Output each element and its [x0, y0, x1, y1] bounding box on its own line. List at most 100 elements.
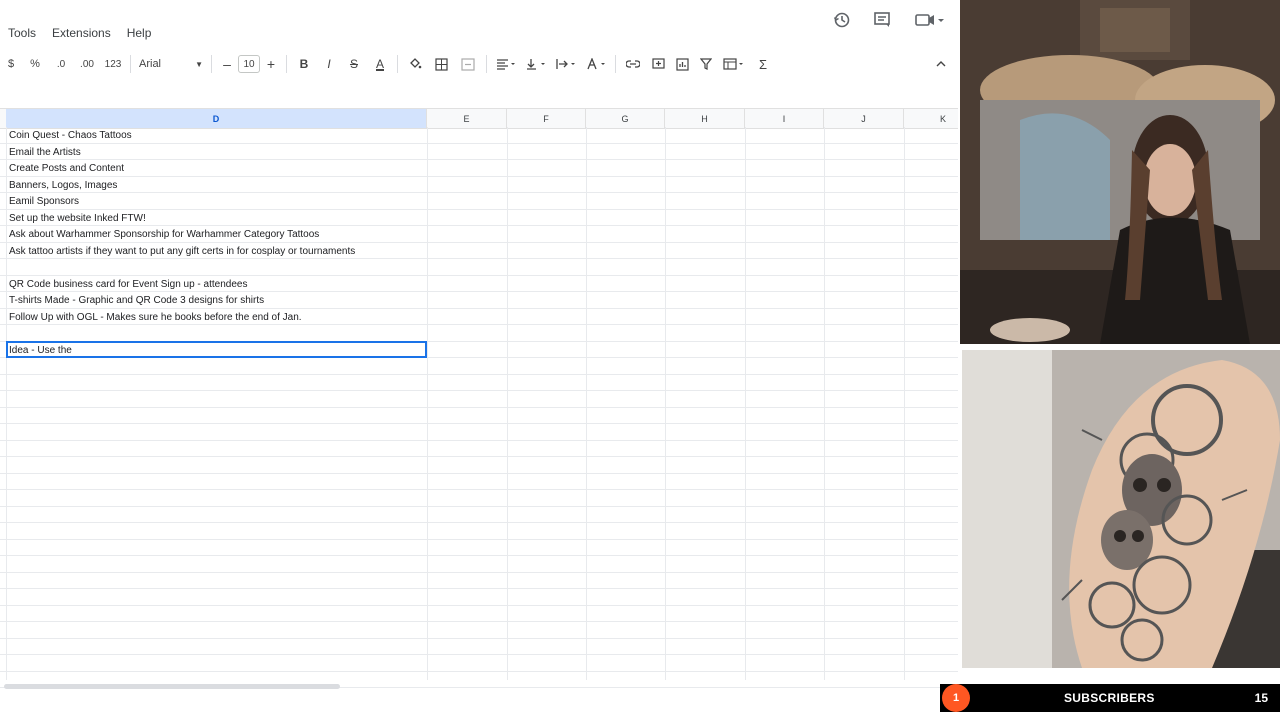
- column-header-e[interactable]: E: [427, 109, 507, 128]
- cell-d[interactable]: Eamil Sponsors: [9, 194, 79, 209]
- filter-views-icon[interactable]: [718, 52, 750, 76]
- toolbar: $ % .0 .00 123 Arial ▼ – 10 + B I S A Σ: [0, 52, 958, 76]
- table-row: [0, 589, 958, 606]
- column-header-k[interactable]: K: [904, 109, 958, 128]
- column-headers: D E F G H I J K: [0, 108, 958, 129]
- insert-comment-icon[interactable]: [646, 52, 670, 76]
- collapse-toolbar-icon[interactable]: [924, 52, 958, 76]
- text-color-button[interactable]: A: [367, 52, 393, 76]
- filter-icon[interactable]: [694, 52, 718, 76]
- table-row: Set up the website Inked FTW!: [0, 210, 958, 226]
- decrease-decimal-button[interactable]: .0: [48, 52, 74, 76]
- streamer-camera-image: [960, 0, 1280, 344]
- table-row: Ask tattoo artists if they want to put a…: [0, 243, 958, 259]
- toolbar-divider: [486, 55, 487, 73]
- cell-d[interactable]: Coin Quest - Chaos Tattoos: [9, 128, 132, 143]
- menu-help[interactable]: Help: [119, 26, 160, 40]
- table-row: QR Code business card for Event Sign up …: [0, 276, 958, 292]
- font-family-select[interactable]: Arial ▼: [135, 52, 207, 76]
- column-header-j[interactable]: J: [824, 109, 904, 128]
- subscriber-goal-badge: 1: [942, 684, 970, 712]
- formula-bar[interactable]: [0, 86, 958, 106]
- font-size-input[interactable]: 10: [238, 55, 260, 73]
- cell-grid: Coin Quest - Chaos Tattoos Email the Arti…: [0, 127, 958, 688]
- horizontal-align-icon[interactable]: [491, 52, 521, 76]
- meet-camera-icon[interactable]: [912, 10, 946, 30]
- menu-tools[interactable]: Tools: [0, 26, 44, 40]
- table-row: [0, 358, 958, 375]
- text-wrapping-icon[interactable]: [551, 52, 581, 76]
- table-row: Eamil Sponsors: [0, 193, 958, 210]
- insert-link-icon[interactable]: [620, 52, 646, 76]
- spreadsheet-window: Tools Extensions Help $ % .0 .00 123 Ari…: [0, 0, 958, 720]
- subscribers-label: SUBSCRIBERS: [1064, 691, 1155, 705]
- table-row: [0, 474, 958, 490]
- webcam-streamer-feed: [960, 0, 1280, 344]
- cell-d[interactable]: Follow Up with OGL - Makes sure he books…: [9, 310, 302, 325]
- table-row: [0, 259, 958, 276]
- version-history-icon[interactable]: [832, 10, 852, 30]
- fill-color-icon[interactable]: [402, 52, 428, 76]
- table-row: [0, 606, 958, 622]
- tattoo-arm-image: [962, 350, 1280, 668]
- menu-extensions[interactable]: Extensions: [44, 26, 119, 40]
- column-header-d[interactable]: D: [6, 109, 427, 128]
- active-cell-value: Idea - Use the: [9, 345, 72, 356]
- strikethrough-button[interactable]: S: [341, 52, 367, 76]
- bold-button[interactable]: B: [291, 52, 317, 76]
- subscribers-count: 15: [1254, 691, 1268, 705]
- toolbar-divider: [130, 55, 131, 73]
- table-row: Follow Up with OGL - Makes sure he books…: [0, 309, 958, 325]
- column-header-i[interactable]: I: [745, 109, 824, 128]
- column-header-g[interactable]: G: [586, 109, 665, 128]
- functions-button[interactable]: Σ: [750, 52, 776, 76]
- cell-d[interactable]: Ask tattoo artists if they want to put a…: [9, 244, 355, 259]
- cell-d[interactable]: Email the Artists: [9, 145, 81, 160]
- top-icon-group: [832, 10, 946, 30]
- tattoo-reference-image: [962, 350, 1280, 668]
- horizontal-scrollbar[interactable]: [0, 682, 958, 692]
- toolbar-divider: [286, 55, 287, 73]
- subscribers-overlay: 1 SUBSCRIBERS 15: [940, 684, 1280, 712]
- more-formats-button[interactable]: 123: [100, 52, 126, 76]
- table-row: T-shirts Made - Graphic and QR Code 3 de…: [0, 292, 958, 309]
- merge-cells-icon[interactable]: [454, 52, 482, 76]
- menu-bar: Tools Extensions Help: [0, 22, 159, 44]
- table-row: [0, 441, 958, 457]
- format-currency-button[interactable]: $: [0, 52, 22, 76]
- table-row: [0, 457, 958, 474]
- cell-d[interactable]: QR Code business card for Event Sign up …: [9, 277, 247, 292]
- italic-button[interactable]: I: [317, 52, 341, 76]
- cell-d[interactable]: Banners, Logos, Images: [9, 178, 117, 193]
- table-row: [0, 573, 958, 589]
- toolbar-divider: [397, 55, 398, 73]
- font-family-value: Arial: [139, 58, 162, 70]
- table-row: [0, 655, 958, 672]
- insert-chart-icon[interactable]: [670, 52, 694, 76]
- cell-d[interactable]: Ask about Warhammer Sponsorship for Warh…: [9, 227, 319, 242]
- table-row: Banners, Logos, Images: [0, 177, 958, 193]
- format-percent-button[interactable]: %: [22, 52, 48, 76]
- table-row: Ask about Warhammer Sponsorship for Warh…: [0, 226, 958, 243]
- table-row: [0, 408, 958, 424]
- column-header-f[interactable]: F: [507, 109, 586, 128]
- table-row: Email the Artists: [0, 144, 958, 160]
- increase-decimal-button[interactable]: .00: [74, 52, 100, 76]
- cell-d[interactable]: T-shirts Made - Graphic and QR Code 3 de…: [9, 293, 264, 308]
- increase-font-size-button[interactable]: +: [260, 52, 282, 76]
- table-row: [0, 325, 958, 342]
- borders-icon[interactable]: [428, 52, 454, 76]
- active-cell-editor[interactable]: Idea - Use the: [6, 341, 427, 358]
- vertical-align-icon[interactable]: [521, 52, 551, 76]
- column-header-h[interactable]: H: [665, 109, 745, 128]
- decrease-font-size-button[interactable]: –: [216, 52, 238, 76]
- cell-d[interactable]: Set up the website Inked FTW!: [9, 211, 146, 226]
- table-row: [0, 540, 958, 556]
- table-row: [0, 507, 958, 523]
- cell-d[interactable]: Create Posts and Content: [9, 161, 124, 176]
- table-row: [0, 639, 958, 655]
- table-row: [0, 424, 958, 441]
- scrollbar-thumb[interactable]: [4, 684, 340, 689]
- comments-icon[interactable]: [872, 10, 892, 30]
- text-rotation-icon[interactable]: [581, 52, 611, 76]
